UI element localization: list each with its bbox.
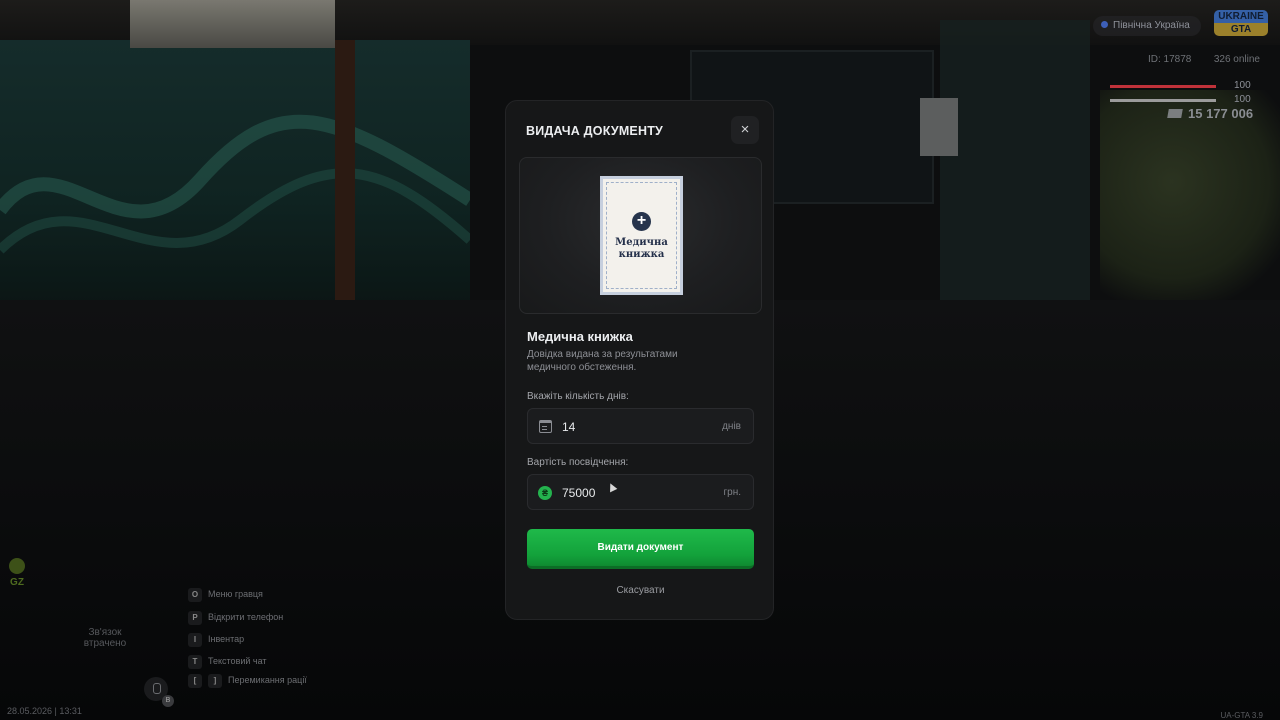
hint-label: Перемикання рації: [228, 675, 307, 685]
cost-input[interactable]: ₴ 75000 грн.: [527, 474, 754, 510]
hint-key: T: [188, 655, 202, 669]
hint-label: Текстовий чат: [208, 656, 267, 666]
document-card-title: Медична книжка: [615, 237, 668, 260]
document-border: [606, 182, 677, 289]
wave-decoration: [0, 114, 470, 254]
money-value: 15 177 006: [1188, 106, 1254, 121]
money-icon: [1167, 109, 1183, 118]
medical-cross-icon: +: [632, 212, 651, 231]
money-display: 15 177 006: [1167, 106, 1254, 121]
online-count: 326 online: [1213, 54, 1260, 65]
hint-label: Відкрити телефон: [208, 612, 284, 622]
modal-title: ВИДАЧА ДОКУМЕНТУ: [526, 124, 664, 138]
document-description: Довідка видана за результатами медичного…: [527, 349, 678, 373]
hryvnia-coin-icon: ₴: [538, 486, 552, 500]
voice-status: Зв'язок втрачено: [83, 627, 127, 649]
server-icon: [1101, 21, 1108, 28]
datetime: 28.05.2026 | 13:31: [7, 706, 82, 716]
gz-icon: [9, 558, 25, 574]
cost-unit: грн.: [723, 487, 741, 498]
hint-key: O: [188, 588, 202, 602]
days-unit: днів: [722, 421, 741, 432]
armor-bar: [1110, 99, 1216, 102]
armor-bar-fill: [1110, 99, 1216, 102]
game-logo: UKRAINE GTA: [1214, 10, 1268, 36]
wall-poster: [920, 98, 958, 156]
hint-phone: P Відкрити телефон: [188, 611, 283, 625]
health-bar-fill: [1110, 85, 1216, 88]
hint-text-chat: T Текстовий чат: [188, 655, 267, 669]
close-button[interactable]: ×: [731, 116, 759, 144]
health-bar: [1110, 85, 1216, 88]
hint-key: ]: [208, 674, 222, 688]
game-version: UA-GTA 3.9: [1220, 711, 1263, 720]
cost-label: Вартість посвідчення:: [527, 457, 629, 468]
close-icon: ×: [740, 121, 750, 138]
days-value: 14: [562, 420, 576, 434]
hint-key: [: [188, 674, 202, 688]
days-label: Вкажіть кількість днів:: [527, 391, 629, 402]
server-badge: Північна Україна: [1093, 16, 1201, 36]
microphone-key-badge: B: [162, 695, 174, 707]
hint-label: Інвентар: [208, 634, 245, 644]
hint-label: Меню гравця: [208, 589, 263, 599]
days-input[interactable]: 14 днів: [527, 408, 754, 444]
document-name: Медична книжка: [527, 329, 633, 344]
gz-label: GZ: [10, 577, 24, 588]
cancel-button[interactable]: Скасувати: [527, 585, 754, 596]
armor-value: 100: [1234, 94, 1251, 105]
calendar-icon: [539, 420, 552, 433]
hint-inventory: I Інвентар: [188, 633, 244, 647]
issue-document-button[interactable]: Видати документ: [527, 529, 754, 569]
hint-key: I: [188, 633, 202, 647]
health-value: 100: [1234, 80, 1251, 91]
server-name: Північна Україна: [1113, 20, 1190, 31]
pillar: [335, 40, 355, 300]
hint-player-menu: O Меню гравця: [188, 588, 263, 602]
document-card: + Медична книжка: [600, 176, 683, 295]
issue-document-modal: ВИДАЧА ДОКУМЕНТУ × + Медична книжка Меди…: [505, 100, 774, 620]
plants-decoration: [1100, 90, 1280, 320]
ceiling-lamp: [130, 0, 335, 48]
right-wall: [940, 20, 1090, 320]
document-preview: + Медична книжка: [519, 157, 762, 314]
player-id: ID: 17878: [1148, 54, 1192, 65]
gz-indicator: GZ: [9, 558, 25, 588]
hint-radio: [] Перемикання рації: [188, 674, 307, 688]
cost-value: 75000: [562, 486, 596, 500]
hint-key: P: [188, 611, 202, 625]
